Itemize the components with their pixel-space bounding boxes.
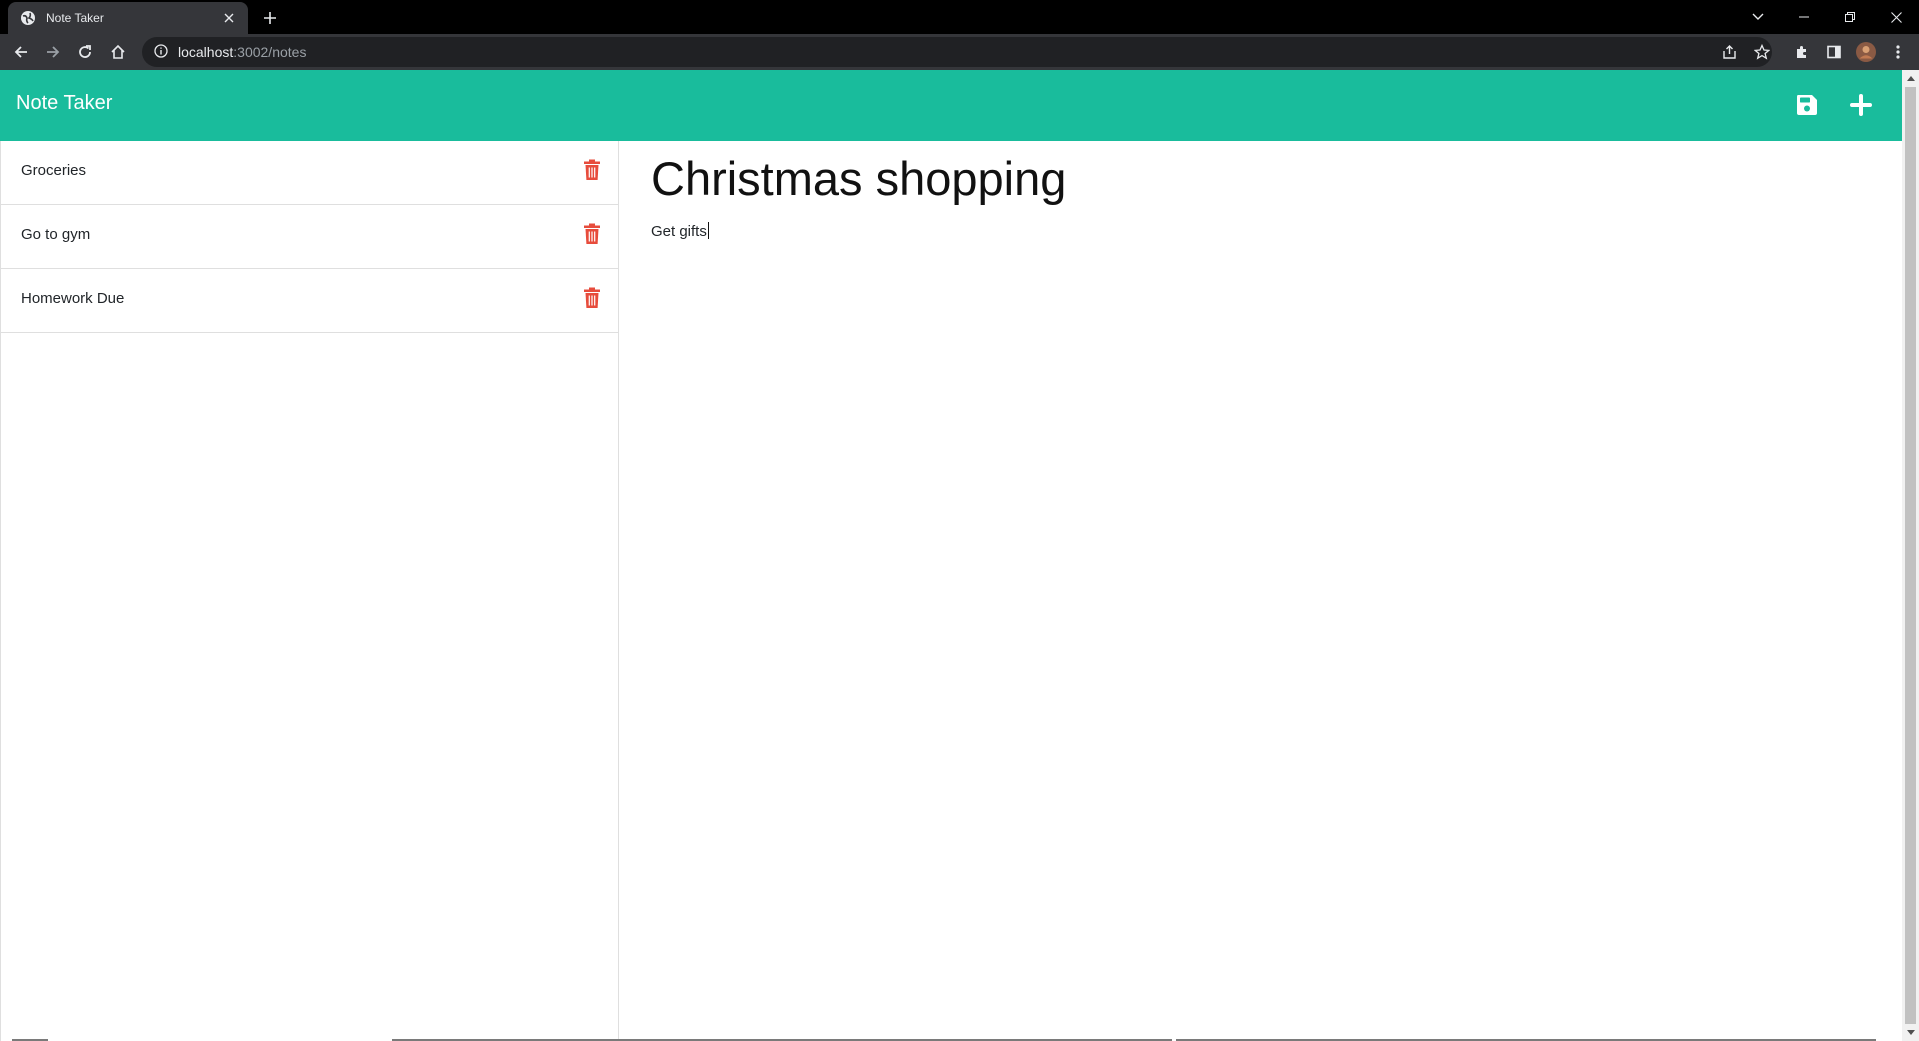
trash-icon[interactable] (583, 287, 601, 309)
back-icon[interactable] (9, 40, 33, 64)
bookmark-star-icon[interactable] (1754, 37, 1770, 67)
profile-avatar[interactable] (1854, 40, 1878, 64)
app-brand[interactable]: Note Taker (16, 92, 112, 115)
extensions-icon[interactable] (1790, 40, 1814, 64)
url-host: localhost (178, 44, 234, 60)
close-window-icon[interactable] (1873, 0, 1919, 34)
text-caret (707, 222, 709, 239)
url-path: :3002/notes (233, 44, 307, 60)
trash-icon[interactable] (583, 223, 601, 245)
tab-title: Note Taker (46, 11, 104, 25)
scroll-down-icon[interactable] (1902, 1024, 1919, 1041)
new-tab-icon[interactable] (258, 6, 282, 30)
site-info-icon[interactable] (154, 44, 170, 60)
note-text: Get gifts (651, 223, 707, 240)
globe-icon (20, 10, 36, 26)
restore-icon[interactable] (1827, 0, 1873, 34)
note-list: Groceries Go to gym Homework Due (1, 141, 618, 333)
list-item[interactable]: Homework Due (1, 269, 618, 333)
share-icon[interactable] (1722, 37, 1738, 67)
trash-icon[interactable] (583, 159, 601, 181)
tab-search-icon[interactable] (1745, 5, 1771, 29)
notes-sidebar: Groceries Go to gym Homework Due (0, 141, 619, 1041)
reload-icon[interactable] (73, 40, 97, 64)
browser-titlebar: Note Taker (0, 0, 1919, 34)
note-title[interactable]: Groceries (21, 162, 86, 179)
scrollbar-thumb[interactable] (1905, 87, 1916, 1024)
note-title[interactable]: Homework Due (21, 290, 124, 307)
forward-icon[interactable] (41, 40, 65, 64)
vertical-scrollbar[interactable] (1902, 70, 1919, 1041)
note-title[interactable]: Go to gym (21, 226, 90, 243)
close-tab-icon[interactable] (220, 9, 238, 27)
note-text-area[interactable]: Get gifts (651, 222, 709, 240)
list-item[interactable]: Go to gym (1, 205, 618, 269)
scroll-up-icon[interactable] (1902, 70, 1919, 87)
browser-toolbar: localhost:3002/notes (0, 34, 1919, 70)
address-bar[interactable]: localhost:3002/notes (142, 37, 1772, 67)
home-icon[interactable] (106, 40, 130, 64)
page-viewport: Note Taker Groceries Go to gym Homework … (0, 70, 1919, 1041)
side-panel-icon[interactable] (1822, 40, 1846, 64)
browser-menu-icon[interactable] (1886, 40, 1910, 64)
note-title-input[interactable]: Christmas shopping (651, 151, 1651, 206)
list-item[interactable]: Groceries (1, 141, 618, 205)
plus-icon[interactable] (1846, 90, 1876, 120)
save-icon[interactable] (1792, 90, 1822, 120)
minimize-icon[interactable] (1781, 0, 1827, 34)
note-editor: Christmas shopping Get gifts (619, 141, 1902, 1041)
browser-tab[interactable]: Note Taker (8, 2, 248, 34)
app-navbar: Note Taker (0, 70, 1902, 141)
